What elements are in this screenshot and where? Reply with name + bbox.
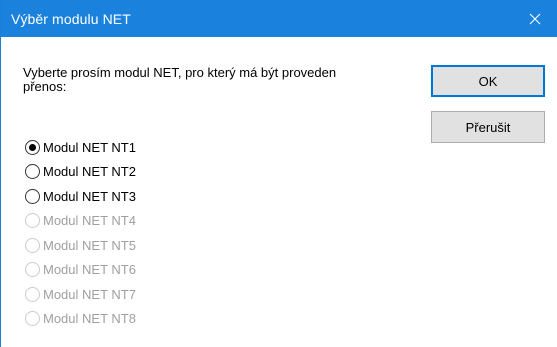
close-icon: [529, 13, 541, 24]
dialog-content: Vyberte prosím modul NET, pro který má b…: [1, 37, 557, 347]
prompt-line-1: Vyberte prosím modul NET, pro který má b…: [23, 65, 337, 80]
radio-label: Modul NET NT2: [43, 164, 136, 179]
radio-option-nt5: Modul NET NT5: [25, 235, 225, 255]
window-title: Výběr modulu NET: [11, 11, 131, 27]
radio-option-nt4: Modul NET NT4: [25, 211, 225, 231]
radio-option-nt8: Modul NET NT8: [25, 309, 225, 329]
radio-label: Modul NET NT8: [43, 311, 136, 326]
radio-button: [25, 262, 40, 277]
radio-option-nt6: Modul NET NT6: [25, 260, 225, 280]
radio-label: Modul NET NT3: [43, 188, 136, 204]
radio-option-nt2[interactable]: Modul NET NT2: [25, 162, 225, 182]
radio-button: [25, 286, 40, 302]
radio-button: [25, 213, 40, 228]
radio-label: Modul NET NT7: [43, 286, 136, 302]
radio-label: Modul NET NT4: [43, 213, 136, 228]
radio-option-nt1[interactable]: Modul NET NT1: [25, 137, 225, 157]
radio-option-nt3[interactable]: Modul NET NT3: [25, 186, 225, 206]
prompt-line-2: přenos:: [23, 79, 67, 94]
title-bar[interactable]: Výběr modulu NET: [1, 0, 557, 37]
radio-option-nt7: Modul NET NT7: [25, 284, 225, 304]
radio-button: [25, 311, 40, 326]
cancel-button[interactable]: Přerušit: [431, 111, 545, 143]
radio-button[interactable]: [25, 164, 40, 179]
radio-button[interactable]: [25, 139, 40, 155]
ok-button[interactable]: OK: [431, 65, 545, 97]
radio-button: [25, 237, 40, 253]
radio-label: Modul NET NT6: [43, 262, 136, 277]
radio-label: Modul NET NT5: [43, 237, 136, 253]
dialog-window: Výběr modulu NET Vyberte prosím modul NE…: [0, 0, 557, 347]
radio-button[interactable]: [25, 188, 40, 204]
radio-label: Modul NET NT1: [43, 139, 136, 155]
prompt-text: Vyberte prosím modul NET, pro který má b…: [23, 66, 403, 94]
close-button[interactable]: [512, 0, 557, 37]
